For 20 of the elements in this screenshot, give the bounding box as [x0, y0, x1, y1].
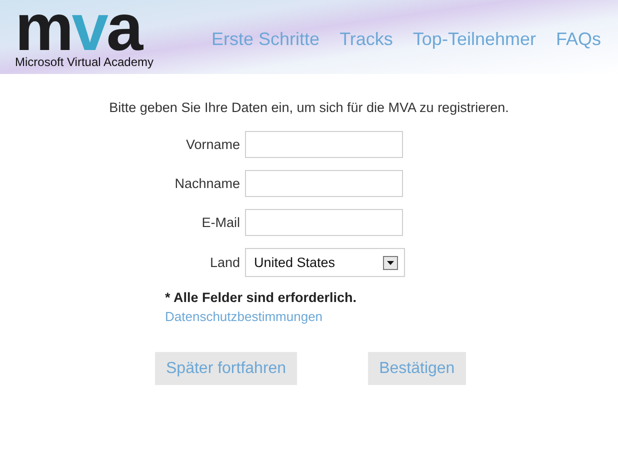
nav-link[interactable]: Tracks: [340, 29, 393, 50]
field-label: Land: [208, 255, 240, 270]
logo-tagline: Microsoft Virtual Academy: [15, 55, 154, 69]
logo-wordmark: mva: [15, 2, 142, 52]
nav-link[interactable]: FAQs: [556, 29, 601, 50]
text-field[interactable]: [245, 209, 403, 236]
required-note: * Alle Felder sind erforderlich.: [165, 290, 358, 305]
text-field[interactable]: [245, 170, 403, 197]
nav-link[interactable]: Top-Teilnehmer: [412, 29, 536, 50]
privacy-link[interactable]: Datenschutzbestimmungen: [165, 309, 323, 324]
intro-text: Bitte geben Sie Ihre Daten ein, um sich für die MVA zu registrieren.: [108, 100, 510, 115]
confirm-button[interactable]: Bestätigen: [368, 352, 466, 385]
field-label: E-Mail: [200, 215, 240, 230]
caret-icon: [383, 256, 398, 270]
field-label: Vorname: [184, 137, 240, 152]
country-dropdown[interactable]: United States: [245, 248, 405, 277]
text-field[interactable]: [245, 131, 403, 158]
later-button[interactable]: Später fortfahren: [155, 352, 298, 385]
field-label: Nachname: [174, 176, 240, 191]
nav-link[interactable]: Erste Schritte: [212, 29, 320, 50]
